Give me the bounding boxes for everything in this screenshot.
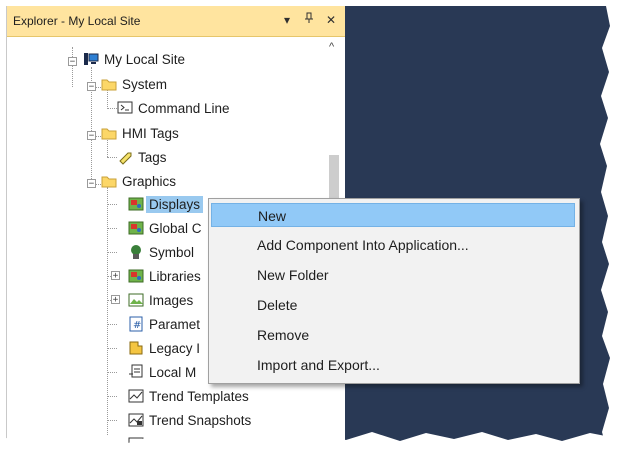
tree-label: Graphics xyxy=(122,173,177,189)
expand-toggle-libraries[interactable]: + xyxy=(111,271,120,281)
display-icon xyxy=(128,268,144,284)
message-icon xyxy=(128,364,144,380)
tree-node-trend-templates[interactable]: Trend Templates xyxy=(128,386,249,406)
tree-node-libraries[interactable]: Libraries xyxy=(128,266,201,286)
pin-icon[interactable] xyxy=(301,12,317,28)
tree-node-command-line[interactable]: Command Line xyxy=(117,98,230,118)
display-icon xyxy=(128,196,144,212)
folder-icon xyxy=(101,173,117,189)
explorer-title: Explorer - My Local Site xyxy=(13,14,141,28)
menu-item-delete[interactable]: Delete xyxy=(211,293,575,317)
tree-node-legacy[interactable]: Legacy I xyxy=(128,338,200,358)
explorer-titlebar[interactable]: Explorer - My Local Site ▾ ✕ xyxy=(7,6,345,37)
tree-label: Local M xyxy=(149,364,197,380)
tree-label: My Local Site xyxy=(104,51,186,67)
tree-node-hmi-tags[interactable]: HMI Tags xyxy=(101,123,179,143)
tree-node-images[interactable]: Images xyxy=(128,290,193,310)
computer-icon xyxy=(83,51,99,67)
tree-node-tags[interactable]: Tags xyxy=(117,147,167,167)
tree-label: System xyxy=(122,76,168,92)
tree-node-global-objects[interactable]: Global C xyxy=(128,218,202,238)
menu-item-label: Import and Export... xyxy=(257,357,380,373)
screenshot-frame: Explorer - My Local Site ▾ ✕ − − − − + +… xyxy=(6,6,616,454)
menu-item-import-export[interactable]: Import and Export... xyxy=(211,353,575,377)
torn-edge-bottom xyxy=(6,432,616,454)
menu-item-new[interactable]: New xyxy=(211,203,575,227)
tag-icon xyxy=(117,149,133,165)
menu-item-label: Remove xyxy=(257,327,310,343)
menu-item-label: Delete xyxy=(257,297,298,313)
chevron-down-icon[interactable]: ▾ xyxy=(279,12,295,28)
tree-node-my-local-site[interactable]: My Local Site xyxy=(83,49,185,69)
legacy-icon xyxy=(128,340,144,356)
tree-label: Tags xyxy=(138,149,167,165)
tree-label: Displays xyxy=(146,195,204,213)
tree-label: Global C xyxy=(149,220,202,236)
image-icon xyxy=(128,292,144,308)
tree-label: Paramet xyxy=(149,316,201,332)
tree-label: Libraries xyxy=(149,268,201,284)
close-icon[interactable]: ✕ xyxy=(323,12,339,28)
folder-icon xyxy=(101,125,117,141)
tree-node-graphics[interactable]: Graphics xyxy=(101,171,176,191)
tree-label: Symbol xyxy=(149,244,195,260)
menu-item-label: New xyxy=(258,208,287,224)
collapse-toggle-graphics[interactable]: − xyxy=(87,179,96,189)
tree-label: Legacy I xyxy=(149,340,201,356)
svg-text:#: # xyxy=(133,320,141,331)
menu-item-new-folder[interactable]: New Folder xyxy=(211,263,575,287)
folder-icon xyxy=(101,76,117,92)
symbol-icon xyxy=(128,244,144,260)
menu-item-add-component[interactable]: Add Component Into Application... xyxy=(211,233,575,257)
tree-node-system[interactable]: System xyxy=(101,74,167,94)
menu-item-label: New Folder xyxy=(257,267,329,283)
tree-label: Trend Templates xyxy=(149,388,249,404)
display-icon xyxy=(128,220,144,236)
torn-edge-right xyxy=(600,6,616,454)
context-menu: New Add Component Into Application... Ne… xyxy=(208,198,580,384)
tree-node-symbol[interactable]: Symbol xyxy=(128,242,194,262)
tree-node-displays[interactable]: Displays xyxy=(128,194,204,214)
terminal-icon xyxy=(117,100,133,116)
tree-node-parameters[interactable]: # Paramet xyxy=(128,314,200,334)
menu-item-remove[interactable]: Remove xyxy=(211,323,575,347)
tree-label: Images xyxy=(149,292,194,308)
collapse-toggle-hmi-tags[interactable]: − xyxy=(87,131,96,141)
collapse-toggle-my-local-site[interactable]: − xyxy=(68,57,77,67)
collapse-toggle-system[interactable]: − xyxy=(87,82,96,92)
tree-label: Command Line xyxy=(138,100,230,116)
expand-toggle-images[interactable]: + xyxy=(111,295,120,305)
scroll-up-arrow[interactable]: ^ xyxy=(329,41,334,53)
trend-icon xyxy=(128,388,144,404)
tree-node-local-messages[interactable]: Local M xyxy=(128,362,196,382)
parameter-icon: # xyxy=(128,316,144,332)
tree-label: HMI Tags xyxy=(122,125,179,141)
menu-item-label: Add Component Into Application... xyxy=(257,237,469,253)
